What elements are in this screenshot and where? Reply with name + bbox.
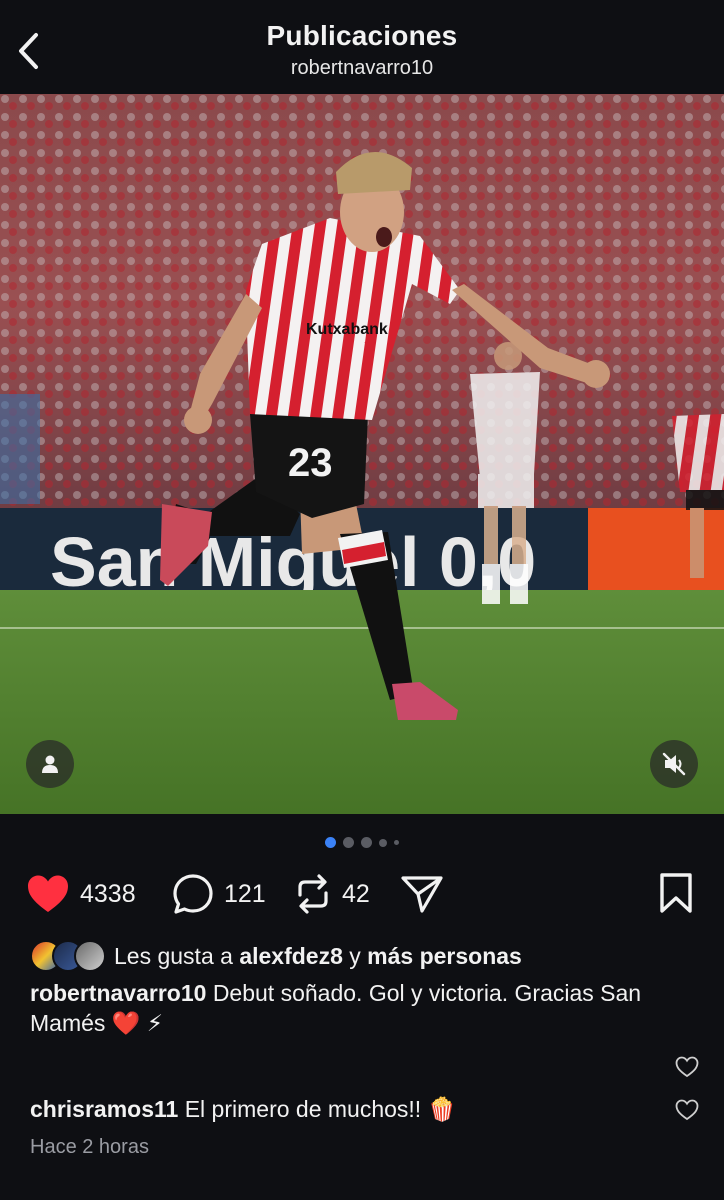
caption-like-icon[interactable] [675, 1056, 699, 1078]
likes-connector: y [349, 942, 361, 969]
bookmark-icon[interactable] [656, 872, 696, 914]
post-timestamp: Hace 2 horas [30, 1136, 149, 1158]
mute-toggle-button[interactable] [650, 740, 698, 788]
post-caption: robertnavarro10 Debut soñado. Gol y vict… [30, 978, 700, 1038]
avatar [74, 940, 106, 972]
page-subtitle-username[interactable]: robertnavarro10 [0, 57, 724, 80]
jersey-number: 23 [288, 441, 333, 485]
post-photo: San Miguel 0,0 23 Kutxabank [0, 94, 724, 814]
speaker-muted-icon [662, 752, 686, 776]
jersey-sponsor: Kutxabank [306, 321, 388, 338]
carousel-pagination [0, 837, 724, 848]
comment-text: El primero de muchos!! 🍿 [184, 1096, 457, 1122]
tagged-people-button[interactable] [26, 740, 74, 788]
send-paper-plane-icon [401, 876, 443, 913]
likes-summary[interactable]: Les gusta a alexfdez8 y más personas [30, 938, 522, 974]
repost-button[interactable]: 42 [294, 866, 370, 922]
heart-filled-icon [28, 875, 68, 912]
caption-username[interactable]: robertnavarro10 [30, 980, 206, 1006]
likes-prefix: Les gusta a [114, 942, 233, 969]
page-dot [361, 837, 372, 848]
page-dot [325, 837, 336, 848]
comments-count: 121 [224, 879, 266, 908]
like-button[interactable]: 4338 [26, 866, 136, 922]
top-bar: Publicaciones robertnavarro10 [0, 0, 724, 94]
ad-board-text: San Miguel 0,0 [50, 523, 536, 601]
comment-like-icon[interactable] [675, 1099, 699, 1121]
page-dot [394, 840, 399, 845]
comment-button[interactable]: 121 [172, 866, 266, 922]
comment-item: chrisramos11 El primero de muchos!! 🍿 [30, 1094, 456, 1124]
page-title: Publicaciones [266, 20, 458, 51]
reposts-count: 42 [342, 879, 370, 908]
comment-bubble-icon [173, 874, 213, 914]
liker-avatars [30, 940, 106, 972]
share-button[interactable] [400, 866, 444, 922]
repost-icon [298, 874, 328, 914]
likes-count: 4338 [80, 879, 136, 908]
page-dot [379, 838, 387, 847]
post-actions: 4338 121 42 [0, 866, 724, 922]
page-dot [343, 837, 354, 848]
liker-username[interactable]: alexfdez8 [239, 943, 343, 970]
post-media[interactable]: San Miguel 0,0 23 Kutxabank [0, 94, 724, 814]
comment-username[interactable]: chrisramos11 [30, 1096, 178, 1122]
person-icon [42, 755, 58, 773]
likes-others[interactable]: más personas [367, 943, 522, 970]
